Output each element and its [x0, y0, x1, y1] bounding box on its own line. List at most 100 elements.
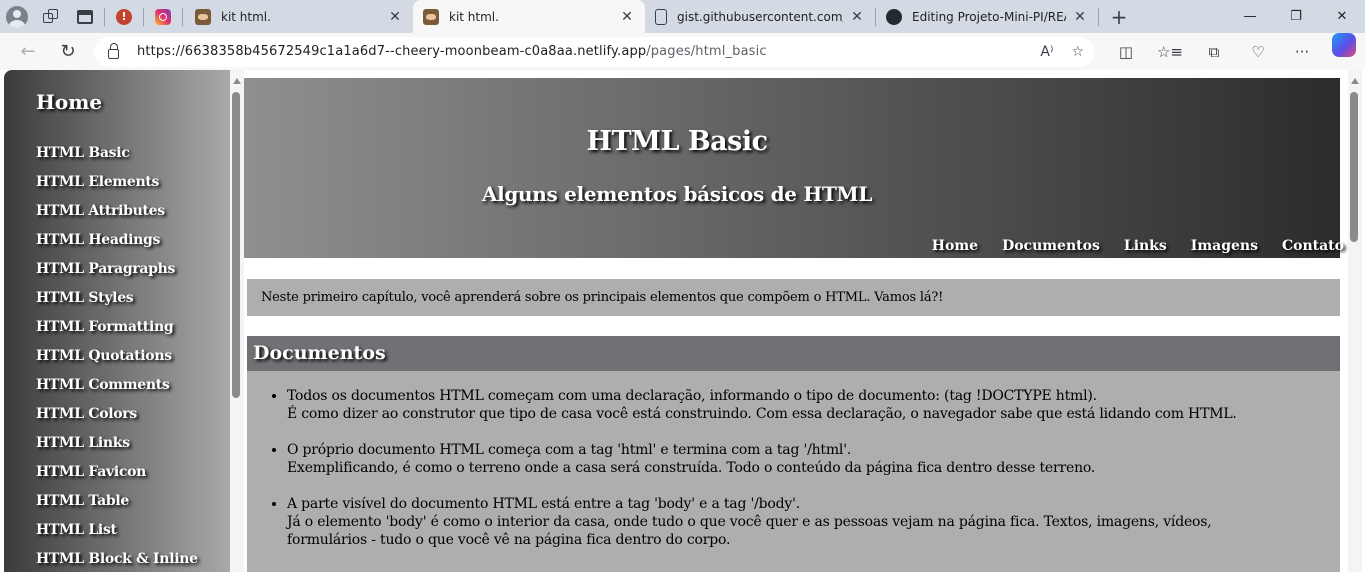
browser-tab-active[interactable]: kit html. ✕ [413, 0, 645, 33]
minimize-icon: — [1243, 9, 1257, 24]
url-text[interactable]: https://6638358b45672549c1a1a6d7--cheery… [137, 44, 1040, 59]
address-bar[interactable]: https://6638358b45672549c1a1a6d7--cheery… [94, 36, 1094, 67]
list-item-line: Já o elemento 'body' é como o interior d… [287, 514, 1212, 530]
back-button[interactable]: ← [8, 33, 48, 70]
list-item-line: É como dizer ao construtor que tipo de c… [287, 406, 1237, 422]
close-icon: ✕ [1336, 9, 1348, 24]
browser-tab[interactable]: kit html. ✕ [185, 0, 413, 33]
refresh-button[interactable]: ↻ [48, 33, 88, 70]
sidebar-item-html-attributes[interactable]: HTML Attributes [36, 203, 198, 232]
sidebar-item-html-comments[interactable]: HTML Comments [36, 377, 198, 406]
restore-icon: ❐ [1290, 9, 1302, 24]
sidebar-item-html-paragraphs[interactable]: HTML Paragraphs [36, 261, 198, 290]
close-tab-icon[interactable]: ✕ [619, 9, 635, 25]
tab-separator [182, 7, 183, 26]
list-item: Todos os documentos HTML começam com uma… [287, 387, 1340, 423]
browser-tab-strip: ! kit html. ✕ kit html. ✕ gist.githubuse… [0, 0, 1365, 33]
list-item-line: Todos os documentos HTML começam com uma… [287, 388, 1097, 404]
page-header: HTML Basic Alguns elementos básicos de H… [244, 78, 1344, 258]
instagram-favicon-icon [155, 8, 171, 25]
page-scrollbar[interactable] [1348, 70, 1362, 572]
sidebar-item-html-list[interactable]: HTML List [36, 522, 198, 551]
scroll-up-arrow-icon[interactable] [1351, 78, 1359, 84]
sidebar-item-html-favicon[interactable]: HTML Favicon [36, 464, 198, 493]
sidebar-item-html-colors[interactable]: HTML Colors [36, 406, 198, 435]
nav-link-home[interactable]: Home [932, 238, 978, 254]
list-item-line: formulários - tudo o que você vê na pági… [287, 532, 731, 548]
tab-title: gist.githubusercontent.com/loh [677, 9, 843, 24]
github-icon [886, 8, 902, 25]
tab-actions-button[interactable] [68, 0, 102, 33]
split-screen-icon: ◫ [1118, 42, 1134, 61]
browser-essentials-button[interactable]: ♡ [1236, 33, 1280, 70]
tab-title: Editing Projeto-Mini-PI/READM [912, 9, 1066, 24]
favorites-button[interactable]: ☆≡ [1148, 33, 1192, 70]
minimize-button[interactable]: — [1227, 0, 1273, 33]
sidebar: Home HTML Basic HTML Elements HTML Attri… [4, 70, 230, 572]
pinned-tab-instagram[interactable] [146, 0, 180, 33]
tiger-favicon-icon [423, 8, 439, 25]
list-item-line: O próprio documento HTML começa com a ta… [287, 442, 852, 458]
settings-more-button[interactable]: ··· [1280, 33, 1324, 70]
section-documentos: Documentos Todos os documentos HTML come… [247, 336, 1340, 572]
refresh-icon: ↻ [60, 41, 76, 62]
sidebar-item-html-quotations[interactable]: HTML Quotations [36, 348, 198, 377]
scroll-up-arrow-icon[interactable] [233, 78, 241, 84]
sidebar-item-html-links[interactable]: HTML Links [36, 435, 198, 464]
alert-favicon-icon: ! [116, 8, 132, 25]
sidebar-item-html-elements[interactable]: HTML Elements [36, 174, 198, 203]
sidebar-item-html-block-inline[interactable]: HTML Block & Inline [36, 551, 198, 572]
sidebar-item-html-styles[interactable]: HTML Styles [36, 290, 198, 319]
favorite-star-icon[interactable]: ☆ [1071, 44, 1084, 60]
workspaces-button[interactable] [34, 0, 68, 33]
list-item-line: A parte visível do documento HTML está e… [287, 496, 800, 512]
sidebar-item-html-table[interactable]: HTML Table [36, 493, 198, 522]
list-item: O próprio documento HTML começa com a ta… [287, 441, 1340, 477]
close-tab-icon[interactable]: ✕ [849, 9, 865, 25]
sidebar-scroll-thumb[interactable] [232, 92, 240, 398]
sidebar-menu: HTML Basic HTML Elements HTML Attributes… [36, 145, 198, 572]
tab-actions-icon [77, 9, 93, 24]
restore-button[interactable]: ❐ [1273, 0, 1319, 33]
tab-title: kit html. [449, 9, 499, 24]
list-item: A parte visível do documento HTML está e… [287, 495, 1340, 549]
close-tab-icon[interactable]: ✕ [387, 9, 403, 25]
tab-separator [143, 7, 144, 26]
plus-icon: + [1110, 4, 1128, 29]
copilot-icon[interactable] [1332, 33, 1356, 57]
close-window-button[interactable]: ✕ [1319, 0, 1365, 33]
nav-link-documentos[interactable]: Documentos [1002, 238, 1100, 254]
browser-toolbar: ← ↻ https://6638358b45672549c1a1a6d7--ch… [0, 33, 1365, 70]
lock-icon [108, 42, 119, 59]
intro-paragraph: Neste primeiro capítulo, você aprenderá … [247, 279, 1340, 316]
nav-link-imagens[interactable]: Imagens [1191, 238, 1258, 254]
more-dots-icon: ··· [1294, 42, 1310, 61]
pinned-tab-alert[interactable]: ! [107, 0, 141, 33]
sidebar-home-link[interactable]: Home [36, 90, 102, 114]
split-screen-button[interactable]: ◫ [1104, 33, 1148, 70]
read-aloud-icon[interactable]: A⁾ [1040, 44, 1053, 60]
sidebar-item-html-formatting[interactable]: HTML Formatting [36, 319, 198, 348]
page-title: HTML Basic [586, 126, 768, 157]
top-navigation: Home Documentos Links Imagens Contato [932, 238, 1344, 254]
favorites-icon: ☆≡ [1156, 42, 1183, 61]
sidebar-scrollbar[interactable] [230, 70, 244, 572]
sidebar-item-html-basic[interactable]: HTML Basic [36, 145, 198, 174]
close-tab-icon[interactable]: ✕ [1072, 9, 1088, 25]
section-list: Todos os documentos HTML começam com uma… [247, 371, 1340, 549]
browser-tab[interactable]: gist.githubusercontent.com/loh ✕ [645, 0, 875, 33]
heart-pulse-icon: ♡ [1251, 42, 1265, 61]
page-scroll-thumb[interactable] [1350, 92, 1358, 242]
collections-button[interactable]: ⧉ [1192, 33, 1236, 70]
url-host: https://6638358b45672549c1a1a6d7--cheery… [137, 44, 647, 59]
nav-link-links[interactable]: Links [1124, 238, 1167, 254]
sidebar-item-html-headings[interactable]: HTML Headings [36, 232, 198, 261]
back-arrow-icon: ← [20, 41, 36, 62]
nav-link-contato[interactable]: Contato [1282, 238, 1344, 254]
tab-title: kit html. [221, 9, 271, 24]
browser-tab[interactable]: Editing Projeto-Mini-PI/READM ✕ [876, 0, 1098, 33]
list-item-line: Exemplificando, é como o terreno onde a … [287, 460, 1096, 476]
profile-button[interactable] [0, 0, 34, 33]
new-tab-button[interactable]: + [1099, 0, 1139, 33]
profile-avatar-icon [6, 5, 28, 28]
